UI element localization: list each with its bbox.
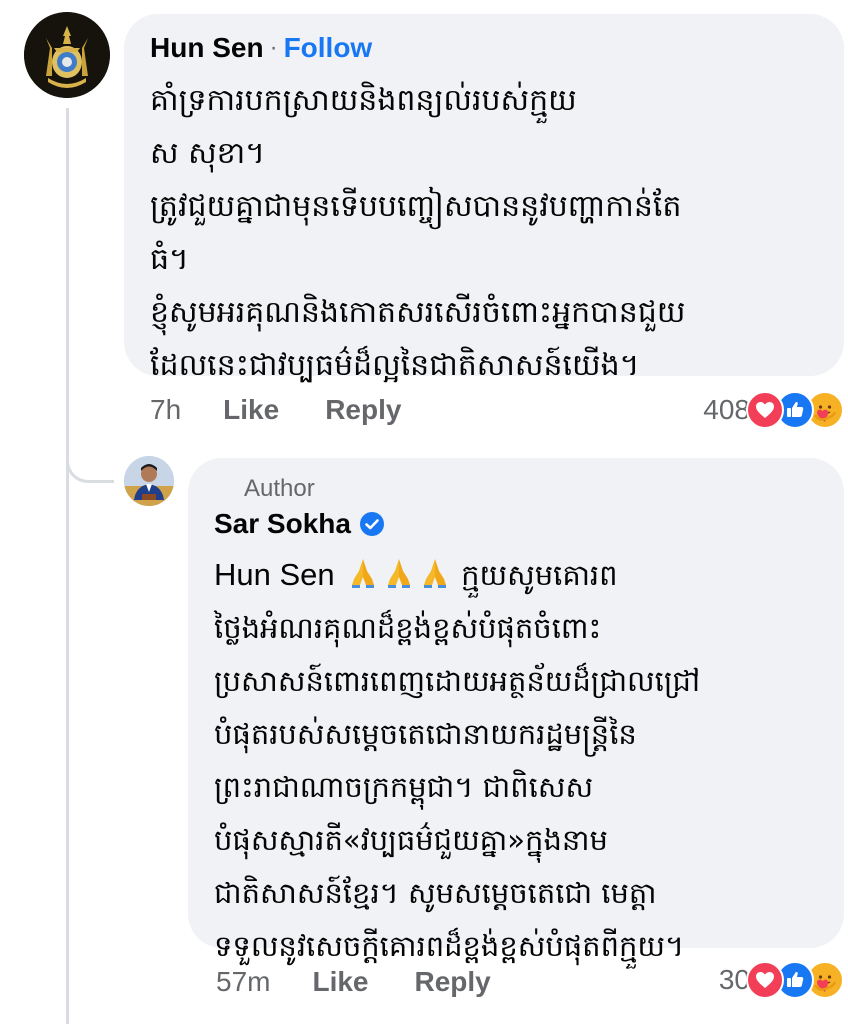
folded-hands-icon — [418, 553, 452, 588]
comment-thread: Hun Sen · Follow គាំទ្រការបកស្រាយនិងពន្យ… — [0, 0, 848, 1024]
reply-line: ព្រះរាជាណាចក្រកម្ពុជា។ ជាពិសេស — [214, 770, 594, 804]
like-button[interactable]: Like — [312, 966, 368, 998]
reaction-count: 408 — [703, 394, 750, 425]
thread-branch-line — [66, 443, 114, 483]
mention-tag[interactable]: Hun Sen — [214, 557, 335, 592]
comment-author-name[interactable]: Hun Sen — [150, 32, 264, 64]
follow-button[interactable]: Follow — [284, 32, 373, 64]
verified-badge-icon — [359, 511, 385, 537]
comment-header: Hun Sen · Follow — [150, 28, 818, 68]
comment-body: គាំទ្រការបកស្រាយនិងពន្យល់របស់ក្មួយ ស សុខ… — [150, 74, 818, 392]
comment-actions: 7h Like Reply — [150, 388, 447, 432]
author-badge: Author — [244, 475, 315, 502]
like-button[interactable]: Like — [223, 394, 279, 426]
reply-line: បំផុសស្មារតី«វប្បធម៌ជួយគ្នា»ក្នុងនាម — [214, 823, 608, 857]
love-icon — [746, 961, 784, 999]
reply-author-avatar[interactable] — [124, 456, 174, 506]
comment-line: ត្រូវជួយគ្នាជាមុនទើបបញ្ចៀសបាននូវបញ្ហាកាន… — [150, 189, 682, 224]
reply-bubble: Author Sar Sokha Hun Sen ក្មួយសូមគោរព ថ្… — [188, 458, 844, 963]
comment-line: ធំ។ — [150, 242, 189, 277]
comment-timestamp[interactable]: 7h — [150, 394, 181, 426]
reply-line: ប្រសាសន៍ពោរពេញដោយអត្ថន័យដ៏ជ្រាលជ្រៅ — [214, 664, 701, 698]
royal-emblem-icon — [24, 12, 110, 98]
separator-dot: · — [269, 34, 278, 61]
folded-hands-icon — [346, 553, 380, 588]
folded-hands-icon — [382, 553, 416, 588]
reply-author-name[interactable]: Sar Sokha — [214, 508, 351, 540]
reply-button[interactable]: Reply — [415, 966, 491, 998]
reply-line-text: ក្មួយសូមគោរព — [461, 558, 618, 592]
reaction-summary[interactable]: 408 — [703, 388, 844, 432]
commenter-avatar[interactable] — [24, 12, 110, 98]
comment-line: ដែលនេះជាវប្បធម៌ដ៏ល្អនៃជាតិសាសន៍យើង។ — [150, 348, 640, 383]
comment-line: គាំទ្រការបកស្រាយនិងពន្យល់របស់ក្មួយ — [150, 83, 577, 118]
reply-line: ថ្លៃងអំណរគុណដ៏ខ្ពង់ខ្ពស់បំផុតចំពោះ — [214, 611, 602, 645]
profile-photo-icon — [124, 456, 174, 506]
comment-line: ខ្ញុំសូមអរគុណនិងកោតសរសើរចំពោះអ្នកបានជួយ — [150, 295, 686, 330]
reply-button[interactable]: Reply — [325, 394, 401, 426]
reply-header: Sar Sokha — [214, 504, 818, 544]
love-icon — [746, 391, 784, 429]
reply-actions: 57m Like Reply — [216, 960, 537, 1004]
comment-line: ស សុខា។ — [150, 136, 266, 171]
comment-bubble: Hun Sen · Follow គាំទ្រការបកស្រាយនិងពន្យ… — [124, 14, 844, 383]
reply-line: Hun Sen ក្មួយសូមគោរព — [214, 548, 818, 602]
reply-line: បំផុតរបស់សម្តេចតេជោនាយករដ្ឋមន្ត្រីនៃ — [214, 717, 637, 751]
thread-line — [66, 108, 69, 1024]
reaction-summary[interactable]: 30 — [719, 958, 844, 1002]
reply-timestamp[interactable]: 57m — [216, 966, 270, 998]
reply-body: Hun Sen ក្មួយសូមគោរព ថ្លៃងអំណរគុណដ៏ខ្ពង់… — [214, 548, 818, 973]
reply-line: ជាតិសាសន៍ខ្មែរ។ សូមសម្តេចតេជោ មេត្តា — [214, 876, 657, 910]
